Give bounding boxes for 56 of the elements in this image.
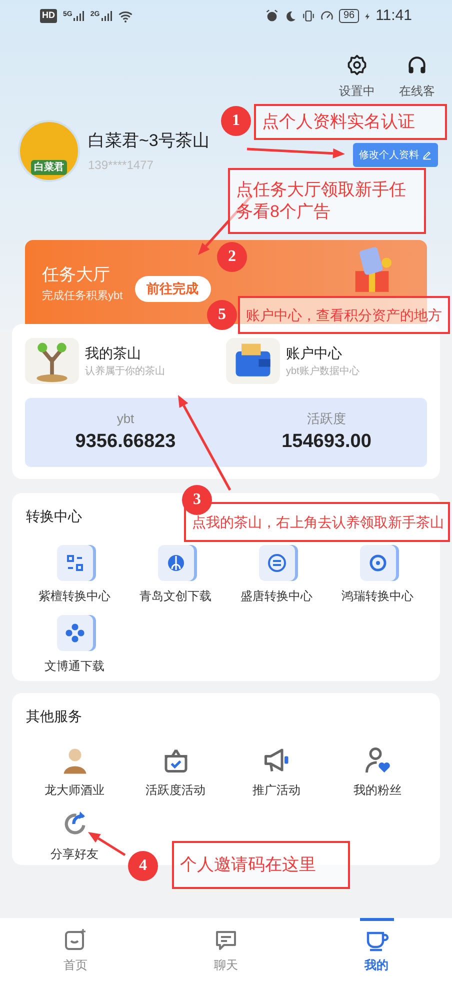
annotation-marker: 3 (182, 485, 212, 515)
section-title: 转换中心 (26, 507, 82, 526)
wallet-icon (226, 338, 280, 384)
service-item[interactable]: 我的粉丝 (327, 745, 428, 799)
ring-icon (360, 545, 396, 581)
person-heart-icon (362, 745, 392, 775)
moon-icon (284, 10, 298, 22)
clover-icon (56, 615, 92, 651)
nav-tab[interactable]: 首页 (0, 918, 151, 982)
nav-tab[interactable]: 我的 (301, 918, 452, 982)
service-item[interactable]: 青岛文创下载 (125, 545, 226, 605)
annotation-note: 点任务大厅领取新手任务看8个广告 (228, 168, 426, 234)
annotation-marker: 4 (128, 851, 158, 881)
battery-level: 96 (339, 9, 359, 23)
support-button[interactable]: 在线客 (394, 54, 440, 100)
tree-icon (25, 338, 79, 384)
account-center-shortcut[interactable]: 账户中心 ybt账户数据中心 (226, 338, 427, 384)
service-item[interactable]: 鸿瑞转换中心 (327, 545, 428, 605)
stat-label: 活跃度 (307, 410, 346, 428)
settings-button[interactable]: 设置中 (334, 54, 380, 100)
settings-icon (346, 54, 368, 76)
chat-icon (214, 928, 238, 952)
annotation-note: 点个人资料实名认证 (254, 104, 447, 140)
wifi-icon (118, 8, 133, 24)
phone-number: 139****1477 (88, 156, 154, 174)
annotation-note: 个人邀请码在这里 (172, 841, 350, 889)
signal-icon (100, 10, 112, 22)
service-item[interactable]: 推广活动 (226, 745, 327, 799)
signal-icon (72, 10, 84, 22)
nav-tab[interactable]: 聊天 (150, 918, 302, 982)
banner-title: 任务大厅 (42, 264, 111, 286)
swap-icon (56, 545, 92, 581)
annotation-note: 账户中心，查看积分资产的地方 (238, 296, 450, 334)
pencil-icon (422, 150, 432, 160)
service-item[interactable]: 盛唐转换中心 (226, 545, 327, 605)
clock: 11:41 (376, 6, 412, 26)
section-title: 其他服务 (26, 707, 82, 726)
my-tea-mountain-shortcut[interactable]: 我的茶山 认养属于你的茶山 (25, 338, 226, 384)
list-icon (258, 545, 294, 581)
hd-indicator: HD (40, 9, 57, 23)
stat-value: 154693.00 (282, 430, 372, 454)
user-name: 白菜君~3号茶山 (88, 130, 210, 152)
vibrate-icon (302, 9, 316, 23)
alarm-icon (265, 9, 280, 23)
stat-value: 9356.66823 (75, 430, 176, 454)
service-item[interactable]: 活跃度活动 (125, 745, 226, 799)
banner-subtitle: 完成任务积累ybt (42, 288, 123, 304)
service-item[interactable]: 文博通下载 (24, 615, 125, 675)
service-item[interactable]: 紫檀转换中心 (24, 545, 125, 605)
stat-label: ybt (116, 410, 134, 428)
headset-icon (406, 54, 428, 76)
service-item[interactable]: 分享好友 (24, 809, 125, 863)
globe-icon (158, 545, 194, 581)
avatar-label: 白菜君 (31, 160, 67, 175)
home-icon (63, 928, 88, 952)
service-item[interactable]: 龙大师酒业 (24, 745, 125, 799)
